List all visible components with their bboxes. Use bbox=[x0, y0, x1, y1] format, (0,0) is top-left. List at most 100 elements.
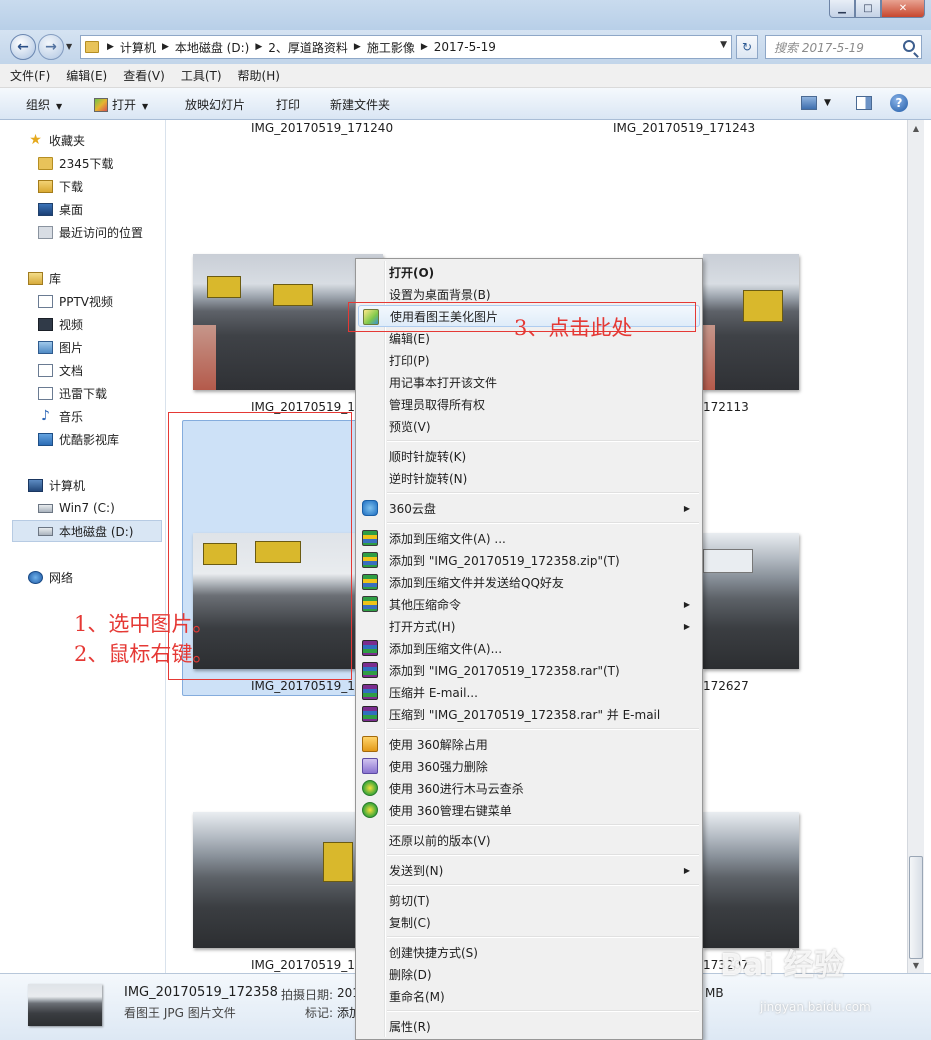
menu-item-create-shortcut[interactable]: 创建快捷方式(S) bbox=[358, 941, 700, 963]
menu-item-add-to-zip[interactable]: 添加到压缩文件(A) ... bbox=[358, 527, 700, 549]
open-button[interactable]: 打开 ▼ bbox=[94, 96, 148, 113]
print-button[interactable]: 打印 bbox=[276, 96, 300, 113]
scroll-down-icon[interactable]: ▼ bbox=[908, 957, 924, 973]
breadcrumb-construction-images[interactable]: 施工影像 bbox=[367, 39, 415, 56]
menu-file[interactable]: 文件(F) bbox=[10, 67, 50, 84]
menu-help[interactable]: 帮助(H) bbox=[238, 67, 280, 84]
search-input[interactable]: 搜索 2017-5-19 bbox=[765, 35, 922, 59]
menu-item-rotate-counterclockwise[interactable]: 逆时针旋转(N) bbox=[358, 467, 700, 489]
menu-item-send-to[interactable]: 发送到(N) ▶ bbox=[358, 859, 700, 881]
breadcrumb-chevron-icon[interactable]: ▶ bbox=[255, 42, 262, 52]
menu-item-360-cloud[interactable]: 360云盘 ▶ bbox=[358, 497, 700, 519]
menu-item-add-to-named-zip[interactable]: 添加到 "IMG_20170519_172358.zip"(T) bbox=[358, 549, 700, 571]
sidebar-item-downloads[interactable]: 下载 bbox=[38, 176, 83, 196]
sidebar-favorites[interactable]: ★ 收藏夹 bbox=[28, 130, 85, 150]
preview-pane-icon[interactable] bbox=[856, 96, 872, 110]
menu-item-open[interactable]: 打开(O) bbox=[358, 261, 700, 283]
maximize-button[interactable]: □ bbox=[855, 0, 881, 18]
menu-item-open-with-notepad[interactable]: 用记事本打开该文件 bbox=[358, 371, 700, 393]
scroll-up-icon[interactable]: ▲ bbox=[908, 120, 924, 136]
breadcrumb-chevron-icon[interactable]: ▶ bbox=[421, 42, 428, 52]
address-dropdown-icon[interactable]: ▼ bbox=[720, 40, 727, 50]
history-dropdown-icon[interactable]: ▼ bbox=[66, 42, 72, 51]
refresh-button[interactable]: ↻ bbox=[736, 35, 758, 59]
sidebar-item-videos[interactable]: 视频 bbox=[38, 314, 83, 334]
breadcrumb-current-folder[interactable]: 2017-5-19 bbox=[434, 40, 496, 54]
file-name-label[interactable]: IMG_20170519_17 bbox=[251, 958, 363, 972]
menu-item-open-with[interactable]: 打开方式(H) ▶ bbox=[358, 615, 700, 637]
breadcrumb-chevron-icon[interactable]: ▶ bbox=[162, 42, 169, 52]
sidebar-libraries[interactable]: 库 bbox=[28, 268, 61, 288]
search-icon[interactable] bbox=[903, 40, 915, 52]
slideshow-button[interactable]: 放映幻灯片 bbox=[185, 96, 245, 113]
sidebar-item-pptv[interactable]: PPTV视频 bbox=[38, 291, 113, 311]
sidebar-item-desktop[interactable]: 桌面 bbox=[38, 199, 83, 219]
menu-separator bbox=[387, 854, 699, 856]
breadcrumb-chevron-icon[interactable]: ▶ bbox=[354, 42, 361, 52]
image-thumbnail[interactable] bbox=[703, 254, 799, 390]
sidebar-item-thunder-downloads[interactable]: 迅雷下载 bbox=[38, 383, 107, 403]
menu-item-rotate-clockwise[interactable]: 顺时针旋转(K) bbox=[358, 445, 700, 467]
menu-item-delete[interactable]: 删除(D) bbox=[358, 963, 700, 985]
road-roller-graphic bbox=[323, 842, 353, 882]
details-size-value: MB bbox=[705, 986, 724, 1000]
menu-tools[interactable]: 工具(T) bbox=[181, 67, 222, 84]
file-name-label[interactable]: IMG_20170519_171240 bbox=[251, 121, 393, 135]
menu-item-add-to-rar[interactable]: 添加到压缩文件(A)... bbox=[358, 637, 700, 659]
minimize-button[interactable]: ▁ bbox=[829, 0, 855, 18]
image-thumbnail[interactable] bbox=[703, 812, 799, 948]
menu-item-properties[interactable]: 属性(R) bbox=[358, 1015, 700, 1037]
organize-button[interactable]: 组织 ▼ bbox=[26, 96, 62, 113]
menu-item-360-manage-menu[interactable]: 使用 360管理右键菜单 bbox=[358, 799, 700, 821]
new-folder-button[interactable]: 新建文件夹 bbox=[330, 96, 390, 113]
sidebar-computer[interactable]: 计算机 bbox=[28, 475, 85, 495]
sidebar-label: 库 bbox=[49, 271, 62, 286]
breadcrumb-drive-d[interactable]: 本地磁盘 (D:) bbox=[175, 39, 249, 56]
file-name-label[interactable]: 172627 bbox=[703, 679, 749, 693]
file-name-label[interactable]: IMG_20170519_17 bbox=[251, 679, 363, 693]
sidebar-item-youku[interactable]: 优酷影视库 bbox=[38, 429, 119, 449]
address-bar[interactable]: ▶ 计算机 ▶ 本地磁盘 (D:) ▶ 2、厚道路资料 ▶ 施工影像 ▶ 201… bbox=[80, 35, 732, 59]
breadcrumb-road-data[interactable]: 2、厚道路资料 bbox=[268, 39, 348, 56]
menu-item-compress-email[interactable]: 压缩并 E-mail... bbox=[358, 681, 700, 703]
menu-item-compress-named-email[interactable]: 压缩到 "IMG_20170519_172358.rar" 并 E-mail bbox=[358, 703, 700, 725]
menu-item-360-unlock[interactable]: 使用 360解除占用 bbox=[358, 733, 700, 755]
scrollbar-thumb[interactable] bbox=[909, 856, 923, 959]
menu-bar: 文件(F) 编辑(E) 查看(V) 工具(T) 帮助(H) bbox=[0, 64, 931, 88]
menu-item-take-ownership[interactable]: 管理员取得所有权 bbox=[358, 393, 700, 415]
sidebar-item-recent-places[interactable]: 最近访问的位置 bbox=[38, 222, 143, 242]
menu-item-360-trojan-scan[interactable]: 使用 360进行木马云查杀 bbox=[358, 777, 700, 799]
menu-item-restore-previous-versions[interactable]: 还原以前的版本(V) bbox=[358, 829, 700, 851]
menu-view[interactable]: 查看(V) bbox=[123, 67, 165, 84]
back-button[interactable]: ← bbox=[10, 34, 36, 60]
menu-item-preview[interactable]: 预览(V) bbox=[358, 415, 700, 437]
menu-item-360-force-delete[interactable]: 使用 360强力删除 bbox=[358, 755, 700, 777]
menu-item-copy[interactable]: 复制(C) bbox=[358, 911, 700, 933]
sidebar-item-2345-download[interactable]: 2345下载 bbox=[38, 153, 114, 173]
sidebar-network[interactable]: 网络 bbox=[28, 567, 73, 587]
view-dropdown-icon[interactable]: ▼ bbox=[824, 98, 831, 108]
sidebar-item-documents[interactable]: 文档 bbox=[38, 360, 83, 380]
menu-item-cut[interactable]: 剪切(T) bbox=[358, 889, 700, 911]
file-name-label[interactable]: 172113 bbox=[703, 400, 749, 414]
sidebar-label: 收藏夹 bbox=[49, 133, 86, 148]
sidebar-item-pictures[interactable]: 图片 bbox=[38, 337, 83, 357]
menu-item-rename[interactable]: 重命名(M) bbox=[358, 985, 700, 1007]
help-icon[interactable]: ? bbox=[890, 94, 908, 112]
close-button[interactable]: ✕ bbox=[881, 0, 925, 18]
vertical-scrollbar[interactable]: ▲ ▼ bbox=[907, 120, 924, 973]
breadcrumb-computer[interactable]: 计算机 bbox=[120, 39, 156, 56]
image-thumbnail[interactable] bbox=[703, 533, 799, 669]
change-view-icon[interactable] bbox=[801, 96, 817, 110]
menu-item-add-to-named-rar[interactable]: 添加到 "IMG_20170519_172358.rar"(T) bbox=[358, 659, 700, 681]
menu-item-zip-send-qq[interactable]: 添加到压缩文件并发送给QQ好友 bbox=[358, 571, 700, 593]
breadcrumb-chevron-icon[interactable]: ▶ bbox=[107, 42, 114, 52]
sidebar-item-drive-c[interactable]: Win7 (C:) bbox=[38, 498, 115, 518]
forward-button[interactable]: → bbox=[38, 34, 64, 60]
menu-edit[interactable]: 编辑(E) bbox=[66, 67, 107, 84]
menu-item-other-zip-commands[interactable]: 其他压缩命令 ▶ bbox=[358, 593, 700, 615]
sidebar-item-drive-d[interactable]: 本地磁盘 (D:) bbox=[38, 521, 133, 541]
file-name-label[interactable]: IMG_20170519_171243 bbox=[613, 121, 755, 135]
menu-item-print[interactable]: 打印(P) bbox=[358, 349, 700, 371]
sidebar-item-music[interactable]: ♪ 音乐 bbox=[38, 406, 83, 426]
